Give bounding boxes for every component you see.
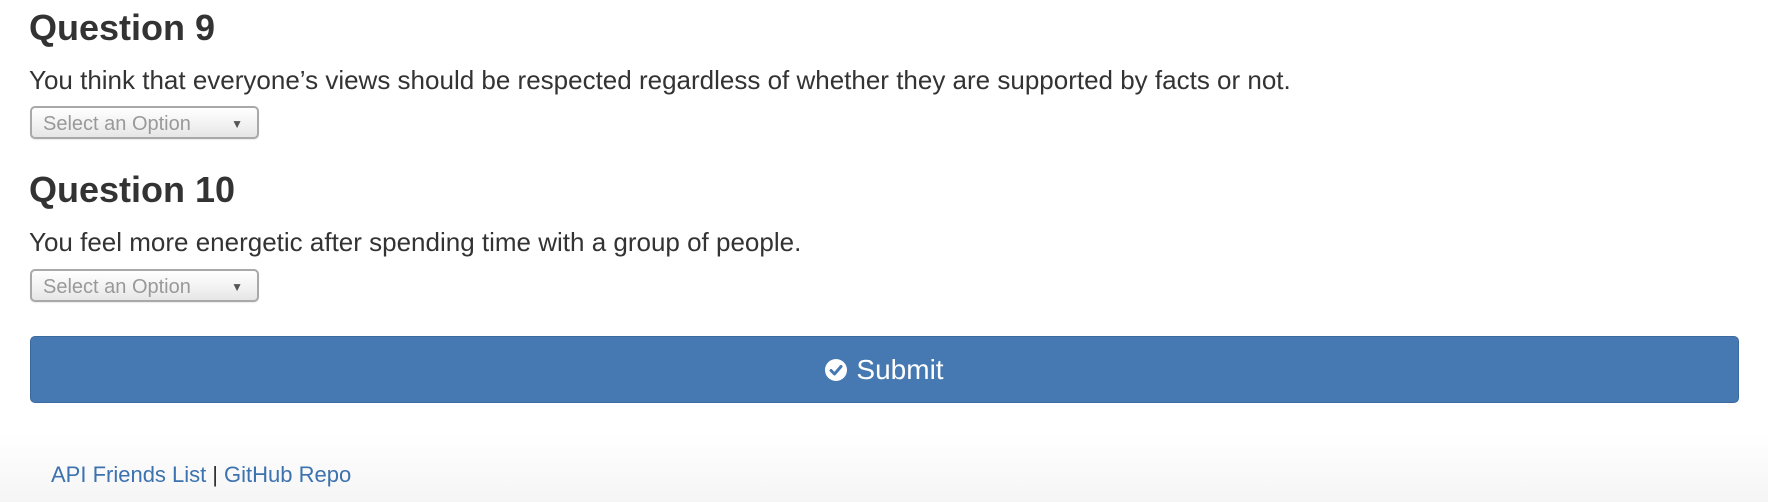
- chevron-down-icon: ▼: [231, 280, 243, 294]
- check-circle-icon: [825, 358, 848, 381]
- page: Question 9 You think that everyone’s vie…: [0, 0, 1768, 502]
- footer-links: API Friends List | GitHub Repo: [51, 462, 351, 488]
- chevron-down-icon: ▼: [231, 117, 243, 131]
- question-10-title: Question 10: [29, 169, 236, 210]
- submit-button[interactable]: Submit: [30, 336, 1739, 403]
- footer: API Friends List | GitHub Repo: [0, 432, 1768, 502]
- question-10-select-value: Select an Option: [43, 276, 191, 298]
- question-10-select[interactable]: Select an Option ▼: [30, 269, 259, 302]
- question-9-text: You think that everyone’s views should b…: [29, 65, 1291, 95]
- api-friends-list-link[interactable]: API Friends List: [51, 462, 206, 487]
- github-repo-link[interactable]: GitHub Repo: [224, 462, 351, 487]
- question-9: Question 9 You think that everyone’s vie…: [29, 7, 1291, 96]
- question-10: Question 10 You feel more energetic afte…: [29, 169, 802, 258]
- footer-separator: |: [212, 462, 218, 487]
- question-9-select[interactable]: Select an Option ▼: [30, 106, 259, 139]
- submit-label: Submit: [856, 353, 944, 385]
- question-9-select-value: Select an Option: [43, 113, 191, 135]
- question-10-text: You feel more energetic after spending t…: [29, 227, 802, 257]
- question-9-title: Question 9: [29, 7, 216, 48]
